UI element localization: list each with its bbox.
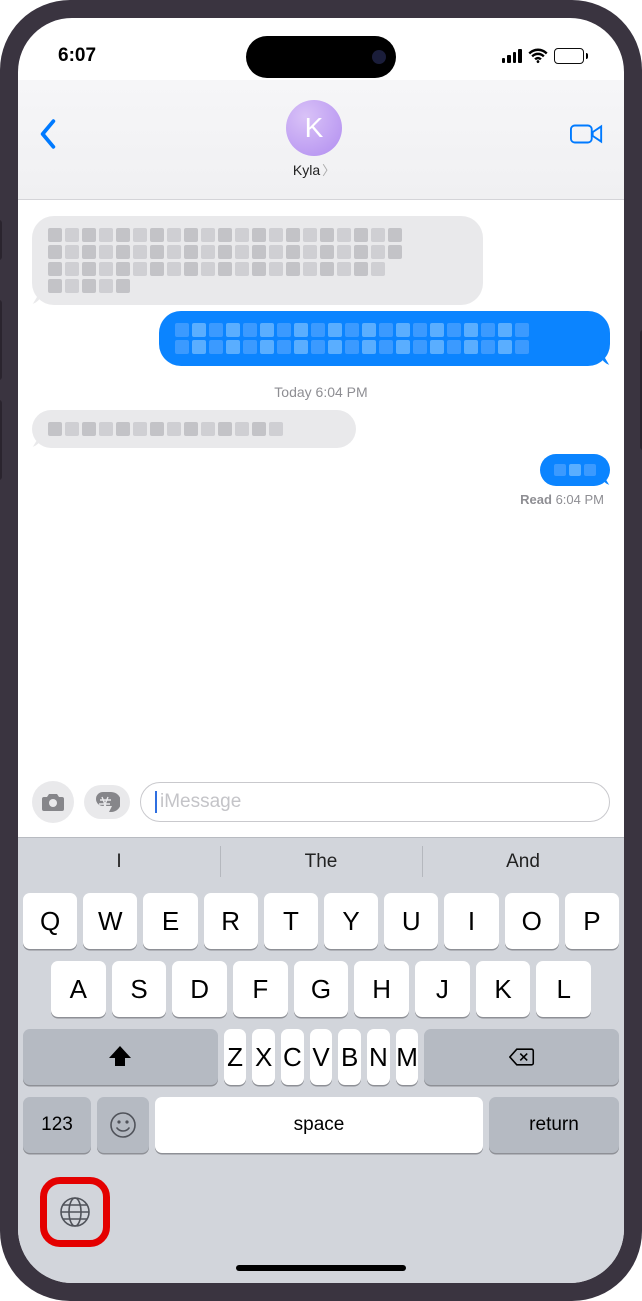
return-key[interactable]: return — [489, 1097, 619, 1153]
key-m[interactable]: M — [396, 1029, 419, 1085]
text-cursor — [155, 791, 157, 813]
key-s[interactable]: S — [112, 961, 167, 1017]
suggestion-3[interactable]: And — [422, 838, 624, 885]
home-indicator[interactable] — [236, 1265, 406, 1271]
screen: 6:07 24 K Kyla 〉 — [18, 18, 624, 1283]
camera-button[interactable] — [32, 781, 74, 823]
backspace-key[interactable] — [424, 1029, 619, 1085]
message-bubble-sent — [159, 311, 610, 366]
key-a[interactable]: A — [51, 961, 106, 1017]
message-bubble-received — [32, 216, 483, 305]
key-h[interactable]: H — [354, 961, 409, 1017]
message-placeholder: iMessage — [160, 791, 241, 813]
key-q[interactable]: Q — [23, 893, 77, 949]
contact-info[interactable]: K Kyla 〉 — [286, 100, 342, 179]
read-receipt: Read 6:04 PM — [38, 492, 604, 507]
conversation-header: K Kyla 〉 — [18, 80, 624, 200]
emoji-key[interactable] — [97, 1097, 149, 1153]
dynamic-island — [246, 36, 396, 78]
conversation-thread[interactable]: Today 6:04 PM Read 6:04 PM — [18, 200, 624, 775]
cellular-signal-icon — [502, 49, 522, 63]
highlight-annotation — [40, 1177, 110, 1247]
volume-up-button — [0, 300, 2, 380]
message-input-row: iMessage — [18, 775, 624, 837]
back-button[interactable] — [38, 119, 58, 154]
message-bubble-sent — [540, 454, 610, 486]
key-o[interactable]: O — [505, 893, 559, 949]
facetime-button[interactable] — [570, 122, 604, 151]
wifi-icon — [528, 48, 548, 64]
key-e[interactable]: E — [143, 893, 197, 949]
key-z[interactable]: Z — [224, 1029, 247, 1085]
key-w[interactable]: W — [83, 893, 137, 949]
key-y[interactable]: Y — [324, 893, 378, 949]
globe-key[interactable] — [42, 1179, 108, 1245]
volume-down-button — [0, 400, 2, 480]
keyboard-bottom-strip — [18, 1163, 624, 1283]
keyboard: QWERTYUIOP ASDFGHJKL ZXCVBNM 123 space r… — [18, 885, 624, 1163]
key-x[interactable]: X — [252, 1029, 275, 1085]
key-r[interactable]: R — [204, 893, 258, 949]
key-p[interactable]: P — [565, 893, 619, 949]
apps-button[interactable] — [84, 785, 130, 819]
key-v[interactable]: V — [310, 1029, 333, 1085]
message-bubble-received — [32, 410, 356, 448]
key-c[interactable]: C — [281, 1029, 304, 1085]
space-key[interactable]: space — [155, 1097, 483, 1153]
timestamp-divider: Today 6:04 PM — [32, 384, 610, 400]
key-k[interactable]: K — [476, 961, 531, 1017]
key-j[interactable]: J — [415, 961, 470, 1017]
contact-name: Kyla — [293, 162, 320, 178]
suggestion-1[interactable]: I — [18, 838, 220, 885]
key-t[interactable]: T — [264, 893, 318, 949]
status-time: 6:07 — [58, 45, 96, 67]
suggestion-2[interactable]: The — [220, 838, 422, 885]
key-b[interactable]: B — [338, 1029, 361, 1085]
key-f[interactable]: F — [233, 961, 288, 1017]
contact-avatar: K — [286, 100, 342, 156]
chevron-right-icon: 〉 — [322, 160, 335, 179]
key-n[interactable]: N — [367, 1029, 390, 1085]
phone-frame: 6:07 24 K Kyla 〉 — [0, 0, 642, 1301]
key-g[interactable]: G — [294, 961, 349, 1017]
key-u[interactable]: U — [384, 893, 438, 949]
message-input[interactable]: iMessage — [140, 782, 610, 822]
predictive-text-bar: I The And — [18, 837, 624, 885]
numbers-key[interactable]: 123 — [23, 1097, 91, 1153]
key-l[interactable]: L — [536, 961, 591, 1017]
key-d[interactable]: D — [172, 961, 227, 1017]
battery-icon: 24 — [554, 48, 589, 64]
shift-key[interactable] — [23, 1029, 218, 1085]
silent-switch — [0, 220, 2, 260]
key-i[interactable]: I — [444, 893, 498, 949]
